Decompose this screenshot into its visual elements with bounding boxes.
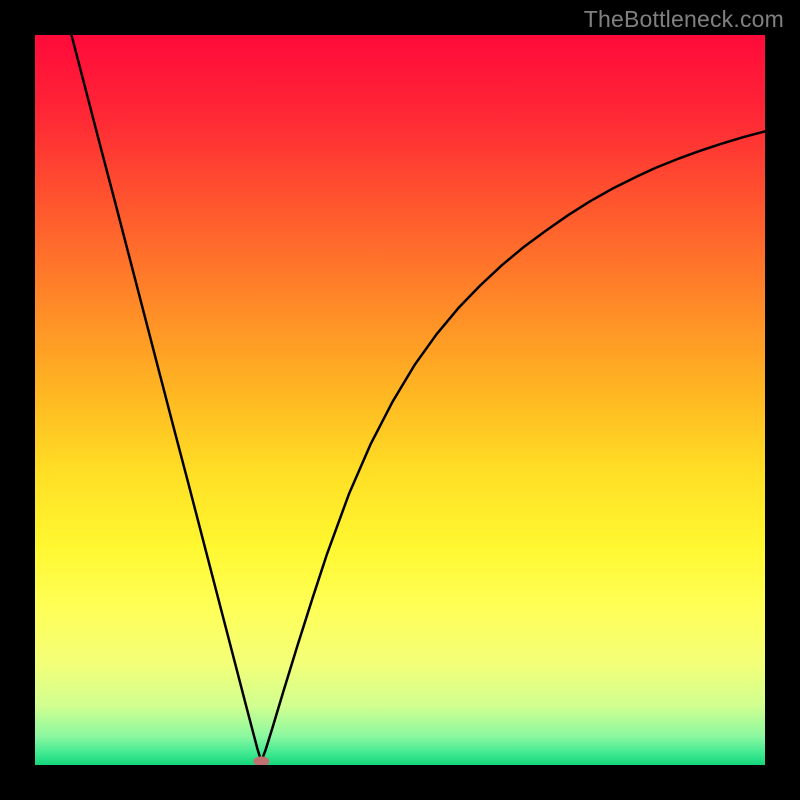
plot-area bbox=[35, 35, 765, 765]
gradient-background bbox=[35, 35, 765, 765]
plot-svg bbox=[35, 35, 765, 765]
watermark-text: TheBottleneck.com bbox=[584, 6, 784, 33]
chart-frame: TheBottleneck.com bbox=[0, 0, 800, 800]
